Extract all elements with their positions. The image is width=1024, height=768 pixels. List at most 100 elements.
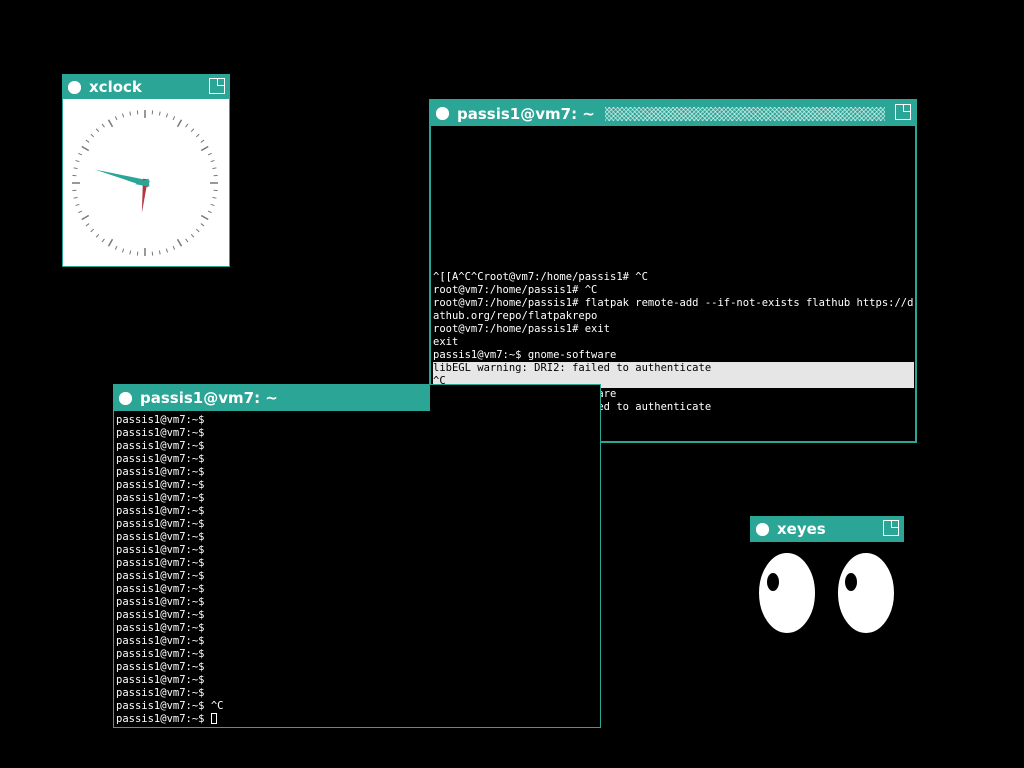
- clock-tick: [207, 152, 212, 156]
- terminal-line: root@vm7:/home/passis1# ^C: [433, 284, 598, 296]
- terminal-line: athub.org/repo/flatpakrepo: [433, 310, 598, 322]
- terminal-line: passis1@vm7:~$: [116, 492, 205, 504]
- terminal-line: passis1@vm7:~$: [116, 609, 205, 621]
- clock-tick: [78, 152, 83, 156]
- clock-tick: [176, 119, 183, 128]
- terminal-line: passis1@vm7:~$: [116, 648, 205, 660]
- terminal-line: passis1@vm7:~$: [116, 557, 205, 569]
- clock-tick: [107, 238, 114, 247]
- maximize-icon[interactable]: [883, 520, 899, 536]
- window-title: xclock: [89, 78, 142, 96]
- terminal-line: passis1@vm7:~$: [116, 596, 205, 608]
- clock-tick: [212, 167, 217, 170]
- clock-tick: [172, 116, 176, 121]
- xeyes-window[interactable]: xeyes: [750, 516, 904, 641]
- clock-tick: [85, 139, 90, 143]
- titlebar-focus-stipple: [604, 106, 885, 121]
- terminal-line: passis1@vm7:~$: [116, 622, 205, 634]
- clock-tick: [165, 248, 169, 253]
- clock-tick: [95, 128, 100, 133]
- terminal-line: passis1@vm7:~$: [116, 414, 205, 426]
- clock-tick: [90, 133, 95, 138]
- clock-tick: [176, 238, 183, 247]
- terminal-line: root@vm7:/home/passis1# flatpak remote-a…: [433, 297, 914, 309]
- clock-tick: [121, 113, 125, 118]
- right-pupil: [845, 573, 857, 591]
- terminal-right-titlebar[interactable]: passis1@vm7: ~: [431, 101, 915, 126]
- right-eye: [836, 551, 896, 635]
- terminal-line: passis1@vm7:~$: [116, 479, 205, 491]
- terminal-line: passis1@vm7:~$: [116, 427, 205, 439]
- clock-tick: [158, 250, 161, 255]
- terminal-left-titlebar[interactable]: passis1@vm7: ~: [114, 385, 430, 411]
- clock-tick: [200, 214, 209, 221]
- clock-tick: [73, 167, 78, 170]
- terminal-line: passis1@vm7:~$: [116, 466, 205, 478]
- clock-tick: [107, 119, 114, 128]
- clock-tick: [185, 238, 189, 243]
- terminal-line: libEGL warning: DRI2: failed to authenti…: [433, 362, 914, 375]
- clock-tick: [78, 210, 83, 214]
- clock-tick: [101, 238, 105, 243]
- clock-tick: [190, 128, 195, 133]
- maximize-icon[interactable]: [895, 104, 911, 120]
- clock-tick: [95, 233, 100, 238]
- clock-tick: [190, 233, 195, 238]
- window-title: xeyes: [777, 520, 826, 538]
- clock-tick: [200, 145, 209, 152]
- terminal-line: root@vm7:/home/passis1# exit: [433, 323, 611, 335]
- clock-tick: [210, 203, 215, 207]
- clock-tick: [210, 159, 215, 163]
- clock-hub: [142, 180, 148, 186]
- clock-tick: [85, 223, 90, 227]
- terminal-left-content[interactable]: passis1@vm7:~$ passis1@vm7:~$ passis1@vm7:…: [116, 414, 598, 726]
- terminal-line: passis1@vm7:~$: [116, 674, 205, 686]
- left-eye: [757, 551, 817, 635]
- clock-tick: [172, 245, 176, 250]
- terminal-line: passis1@vm7:~$: [116, 661, 205, 673]
- clock-tick: [129, 250, 132, 255]
- clock-tick: [195, 228, 200, 233]
- clock-tick: [81, 145, 90, 152]
- terminal-line: passis1@vm7:~$: [116, 570, 205, 582]
- clock-tick: [158, 111, 161, 116]
- terminal-line: ^[[A^C^Croot@vm7:/home/passis1# ^C: [433, 271, 648, 283]
- xeyes-titlebar[interactable]: xeyes: [750, 516, 904, 542]
- clock-tick: [165, 113, 169, 118]
- terminal-line: passis1@vm7:~$: [116, 518, 205, 530]
- window-title: passis1@vm7: ~: [457, 104, 595, 123]
- clock-tick: [73, 196, 78, 199]
- window-menu-icon[interactable]: [436, 107, 449, 120]
- terminal-line: passis1@vm7:~$: [116, 440, 205, 452]
- terminal-line: passis1@vm7:~$: [116, 713, 598, 726]
- clock-tick: [81, 214, 90, 221]
- window-menu-icon[interactable]: [68, 80, 81, 94]
- window-menu-icon[interactable]: [756, 522, 769, 536]
- terminal-line: passis1@vm7:~$: [116, 531, 205, 543]
- terminal-line: passis1@vm7:~$: [116, 544, 205, 556]
- maximize-icon[interactable]: [209, 78, 225, 94]
- terminal-line: exit: [433, 336, 459, 348]
- clock-tick: [195, 133, 200, 138]
- clock-tick: [114, 245, 118, 250]
- clock-tick: [129, 111, 132, 116]
- xclock-window[interactable]: xclock: [62, 74, 230, 267]
- clock-tick: [75, 159, 80, 163]
- xeyes-eyes: [757, 551, 896, 635]
- terminal-window-left[interactable]: passis1@vm7: ~ passis1@vm7:~$ passis1@vm7…: [113, 384, 601, 728]
- clock-tick: [121, 248, 125, 253]
- terminal-line: passis1@vm7:~$: [116, 583, 205, 595]
- terminal-line: passis1@vm7:~$ ^C: [116, 700, 224, 712]
- analog-clock: [72, 110, 218, 256]
- terminal-line: passis1@vm7:~$: [116, 505, 205, 517]
- terminal-line: passis1@vm7:~$ gnome-software: [433, 349, 617, 361]
- clock-tick: [114, 116, 118, 121]
- xclock-titlebar[interactable]: xclock: [63, 75, 229, 99]
- clock-tick: [75, 203, 80, 207]
- terminal-line: passis1@vm7:~$: [116, 453, 205, 465]
- window-menu-icon[interactable]: [119, 391, 132, 405]
- text-cursor: [210, 713, 217, 724]
- clock-tick: [101, 123, 105, 128]
- left-pupil: [767, 573, 779, 591]
- clock-tick: [200, 223, 205, 227]
